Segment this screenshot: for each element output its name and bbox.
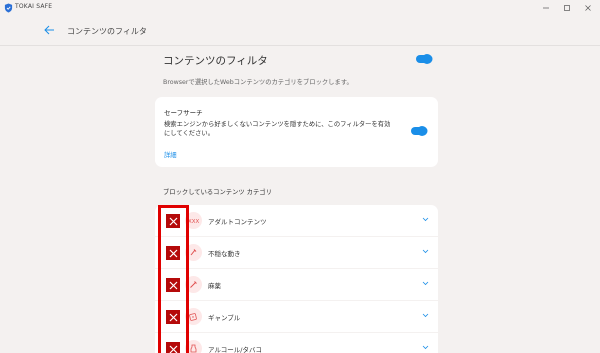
chevron-down-icon[interactable] [422, 249, 429, 254]
category-label: ギャンブル [208, 314, 241, 322]
safe-search-toggle[interactable] [411, 126, 427, 136]
title-bar: TOKAI SAFE [0, 0, 600, 16]
chevron-down-icon[interactable] [422, 313, 429, 318]
close-icon [585, 5, 591, 11]
page-title: コンテンツのフィルタ [163, 55, 268, 67]
category-row-alcohol[interactable]: アルコール/タバコ [155, 333, 438, 353]
category-row-gambling[interactable]: ギャンブル [155, 301, 438, 332]
blocked-categories-list: XXX アダルトコンテンツ 不穏な動き 麻薬 ギャンブル アルコール/タバコ [155, 205, 438, 353]
safe-search-details-link[interactable]: 詳細 [164, 150, 177, 159]
block-icons-highlight [158, 205, 189, 353]
maximize-icon [564, 5, 570, 11]
page-description: Browserで選択したWebコンテンツのカテゴリをブロックします。 [163, 79, 353, 86]
page-header: コンテンツのフィルタ [0, 16, 600, 46]
category-row-adult[interactable]: XXX アダルトコンテンツ [155, 205, 438, 236]
safe-search-card: セーフサーチ 検索エンジンから好ましくないコンテンツを隠すために、このフィルター… [155, 97, 438, 167]
category-row-drugs[interactable]: 麻薬 [155, 269, 438, 300]
content-filter-toggle[interactable] [416, 54, 432, 64]
minimize-icon [543, 7, 549, 9]
category-label: 不穏な動き [208, 250, 241, 258]
svg-text:XXX: XXX [188, 219, 199, 224]
blocked-categories-title: ブロックしているコンテンツ カテゴリ [163, 189, 272, 196]
category-label: アルコール/タバコ [208, 346, 262, 353]
category-row-violence[interactable]: 不穏な動き [155, 237, 438, 268]
category-label: アダルトコンテンツ [208, 218, 267, 226]
safe-search-text: 検索エンジンから好ましくないコンテンツを隠すために、このフィルターを有効にしてく… [164, 121, 391, 137]
shield-icon [4, 3, 13, 13]
header-title: コンテンツのフィルタ [67, 27, 147, 36]
safe-search-title: セーフサーチ [164, 109, 203, 117]
back-arrow-icon[interactable] [44, 25, 55, 35]
category-label: 麻薬 [208, 282, 221, 290]
chevron-down-icon[interactable] [422, 281, 429, 286]
header-divider [0, 45, 600, 46]
chevron-down-icon[interactable] [422, 345, 429, 350]
close-button[interactable] [575, 0, 600, 16]
chevron-down-icon[interactable] [422, 217, 429, 222]
toggle-knob [422, 54, 432, 64]
app-title: TOKAI SAFE [15, 3, 53, 10]
toggle-knob [417, 126, 427, 136]
